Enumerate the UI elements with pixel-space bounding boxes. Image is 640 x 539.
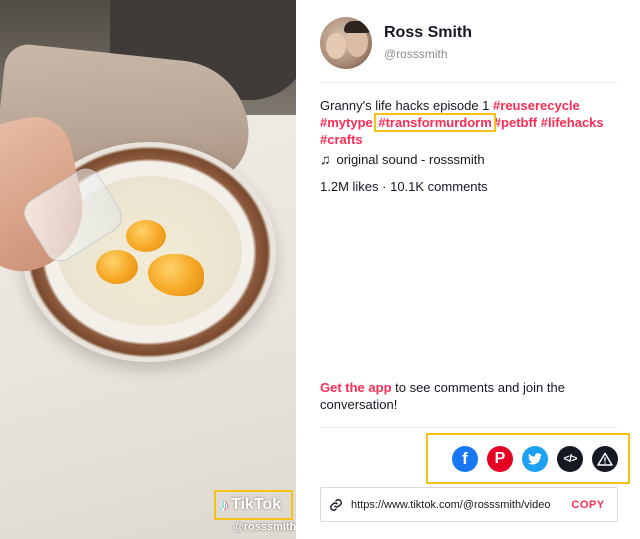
hashtag-link[interactable]: #mytype [320, 115, 373, 130]
embed-icon[interactable]: </> [557, 445, 583, 472]
avatar[interactable] [320, 17, 372, 69]
author-name[interactable]: Ross Smith [384, 24, 472, 42]
music-note-icon: ♫ [320, 151, 331, 167]
tiktok-logo-icon: ♪ [220, 495, 229, 515]
author-handle[interactable]: @rosssmith [384, 47, 448, 61]
watermark-handle: @rosssmith [233, 521, 296, 533]
twitter-icon[interactable] [522, 445, 548, 472]
divider [320, 427, 618, 428]
hashtag-link-highlighted[interactable]: #transformurdorm [374, 113, 496, 132]
get-app-prompt: Get the app to see comments and join the… [320, 379, 600, 413]
facebook-icon[interactable]: f [452, 445, 478, 472]
get-app-link[interactable]: Get the app [320, 380, 392, 395]
sound-link[interactable]: ♫ original sound - rosssmith [320, 151, 485, 167]
video-egg-yolk [126, 220, 166, 252]
hashtag-link[interactable]: #lifehacks [541, 115, 604, 130]
watermark-brand: TikTok [231, 496, 282, 513]
comments-count: 10.1K comments [390, 179, 488, 194]
link-icon [321, 498, 351, 512]
video-stats: 1.2M likes · 10.1K comments [320, 179, 488, 194]
video-egg-yolk [96, 250, 138, 284]
description-text: Granny's life hacks episode 1 [320, 98, 490, 113]
hashtag-link[interactable]: #reuserecycle [493, 98, 580, 113]
divider [320, 82, 618, 83]
video-player[interactable]: ♪ TikTok @rosssmith [0, 0, 296, 539]
hashtag-link[interactable]: #crafts [320, 132, 363, 147]
stats-separator: · [378, 179, 391, 194]
video-description: Granny's life hacks episode 1 #reuserecy… [320, 97, 620, 148]
tiktok-watermark: ♪ TikTok [214, 490, 293, 520]
share-icons-row: f P </> [426, 433, 630, 484]
report-icon[interactable] [592, 445, 618, 472]
sound-label: original sound - rosssmith [336, 151, 485, 167]
likes-count: 1.2M likes [320, 179, 379, 194]
video-url-field[interactable]: https://www.tiktok.com/@rosssmith/video [351, 499, 559, 511]
copy-link-bar: https://www.tiktok.com/@rosssmith/video … [320, 487, 618, 522]
copy-link-button[interactable]: COPY [559, 499, 617, 511]
pinterest-icon[interactable]: P [487, 445, 513, 472]
hashtag-link[interactable]: #petbff [494, 115, 537, 130]
